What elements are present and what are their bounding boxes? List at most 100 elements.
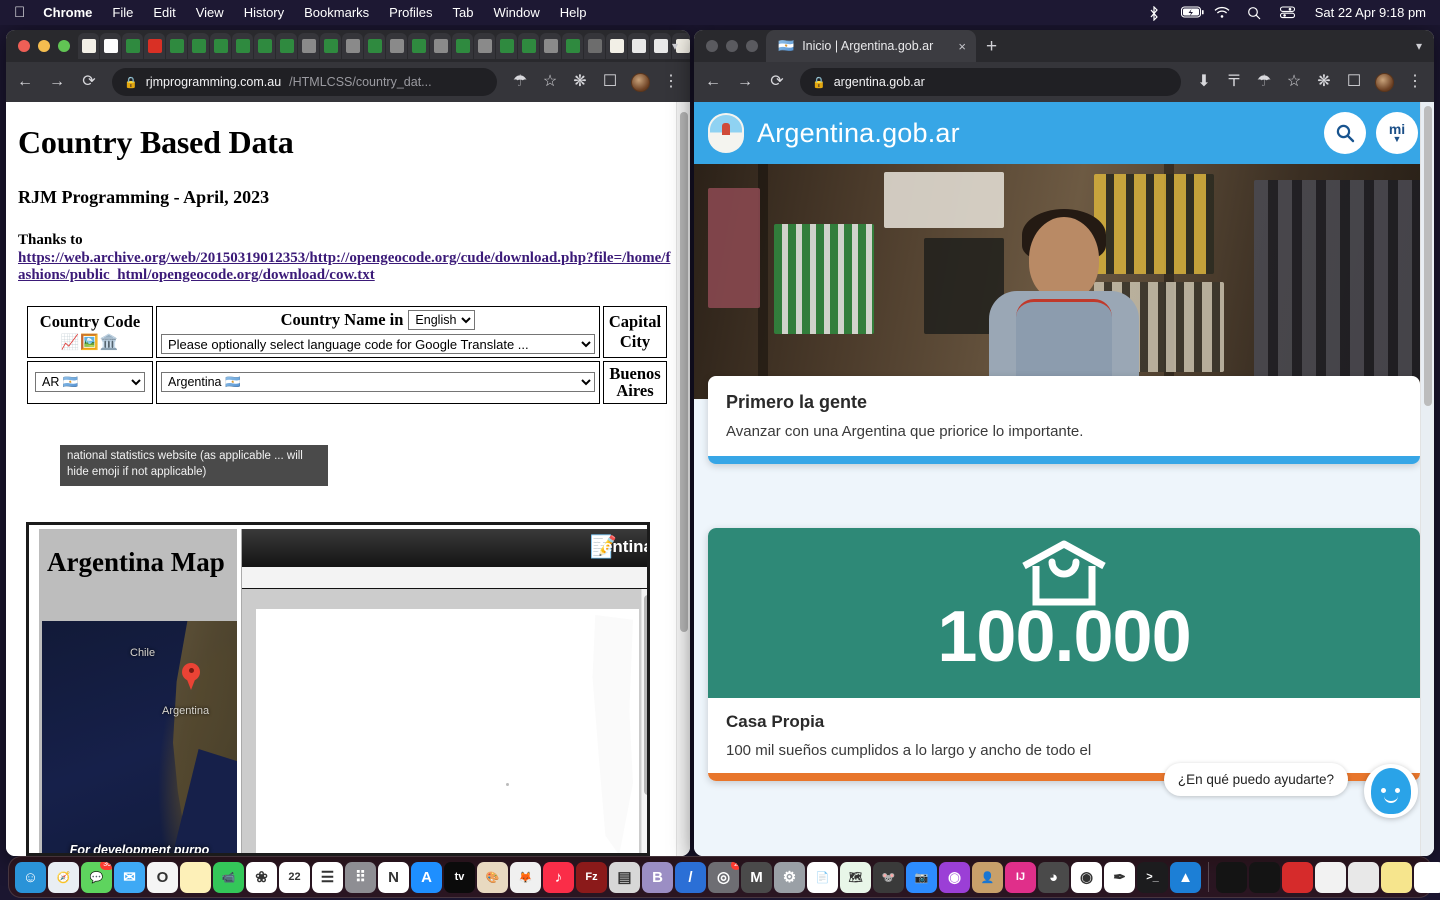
pinned-tab-4[interactable] [144,33,165,59]
dock-item-safari[interactable]: 🧭 [48,861,79,893]
dock-item-reminders[interactable]: ☰ [312,861,343,893]
site-vertical-scrollbar[interactable] [1420,102,1434,856]
dock-item-podcasts[interactable]: ◉ [939,861,970,893]
dock-item-calendar[interactable]: 22 [279,861,310,893]
country-code-emoji-row[interactable]: 📈🖼️🏛️ [32,333,148,352]
dock-item-document-window-2[interactable] [1348,861,1379,893]
chrome-window-argentina[interactable]: 🇦🇷 Inicio | Argentina.gob.ar × + ▾ ← → ⟳… [694,30,1434,856]
bookmark-star-icon[interactable]: ☆ [1285,74,1303,90]
dock-item-document-window-3[interactable] [1414,861,1440,893]
minimize-window-button[interactable] [726,40,738,52]
maximize-window-button[interactable] [746,40,758,52]
forward-icon[interactable]: → [48,74,66,90]
pinned-tab-26[interactable] [628,33,649,59]
menu-item-bookmarks[interactable]: Bookmarks [304,5,369,20]
iframe-scrollbar-thumb[interactable] [644,595,647,795]
forward-icon[interactable]: → [736,74,754,90]
classical-building-emoji[interactable]: 🏛️ [100,335,120,351]
side-panel-icon[interactable]: ☐ [601,74,619,90]
bluetooth-icon[interactable] [1148,5,1164,21]
dock-item-terminal[interactable]: >_ [1137,861,1168,893]
framed-picture-emoji[interactable]: 🖼️ [80,335,100,351]
pinned-tab-27[interactable] [650,33,671,59]
card-casa-propia[interactable]: 100.000 Casa Propia 100 mil sueños cumpl… [708,528,1420,781]
menu-item-tab[interactable]: Tab [453,5,474,20]
dock-item-messages[interactable]: 💬 30 [81,861,112,893]
pinned-tabs-group[interactable] [78,33,690,59]
apple-icon[interactable]:  [14,5,25,20]
site-scrollbar-thumb[interactable] [1424,106,1432,406]
battery-charging-icon[interactable] [1180,5,1204,20]
minimize-window-button[interactable] [38,40,50,52]
dock-item-terminal-window-1[interactable] [1216,861,1247,893]
close-icon[interactable]: × [958,39,966,54]
dock-item-app-store[interactable]: A [411,861,442,893]
dock-item-intellij[interactable]: IJ [1005,861,1036,893]
dock-item-mail[interactable]: ✉ [114,861,145,893]
chat-prompt-bubble[interactable]: ¿En qué puedo ayudarte? [1163,763,1349,796]
pinned-tab-25[interactable] [606,33,627,59]
profile-avatar[interactable] [1375,72,1394,92]
site-brand[interactable]: Argentina.gob.ar [757,118,960,149]
pinned-tab-21[interactable] [518,33,539,59]
dock-item-firefox[interactable]: 🦊 [510,861,541,893]
pinned-tab-18[interactable] [452,33,473,59]
card-primero-la-gente[interactable]: Primero la gente Avanzar con una Argenti… [708,376,1420,464]
dock-item-sequel-pro[interactable]: ◕ [1038,861,1069,893]
dock-item-safari-tech-preview[interactable]: ◎ 2 [708,861,739,893]
tab-argentina-inicio[interactable]: 🇦🇷 Inicio | Argentina.gob.ar × [766,30,976,62]
close-window-button[interactable] [18,40,30,52]
dock-item-xcode[interactable]: ▲ [1170,861,1201,893]
reload-icon[interactable]: ⟳ [768,74,786,90]
side-panel-icon[interactable]: ☐ [1345,74,1363,90]
menu-item-history[interactable]: History [244,5,284,20]
pinned-tab-23[interactable] [562,33,583,59]
right-window-traffic-lights[interactable] [700,40,766,52]
dock-item-mamp[interactable]: M [741,861,772,893]
spotlight-search-icon[interactable] [1247,6,1263,20]
dock-item-apple-tv[interactable]: tv [444,861,475,893]
pinned-tab-6[interactable] [188,33,209,59]
back-icon[interactable]: ← [704,74,722,90]
share-icon[interactable]: ☂ [511,74,529,90]
pinned-tab-16[interactable] [408,33,429,59]
dock-item-news[interactable]: N [378,861,409,893]
google-translate-language-select[interactable]: Please optionally select language code f… [161,334,595,355]
chevron-down-icon[interactable]: ▾ [1416,39,1422,53]
translate-icon[interactable]: 〒 [1225,74,1243,90]
pinned-tab-20[interactable] [496,33,517,59]
language-select[interactable]: English [408,310,476,331]
dock-item-zoom[interactable]: 📷 [906,861,937,893]
chat-assistant-avatar[interactable] [1364,764,1418,818]
menu-item-help[interactable]: Help [560,5,587,20]
address-bar-left[interactable]: 🔒 rjmprogramming.com.au/HTMLCSS/country_… [112,68,497,96]
dock-item-facetime[interactable]: 📹 [213,861,244,893]
pinned-tab-10[interactable] [276,33,297,59]
pinned-tab-12[interactable] [320,33,341,59]
pinned-tab-8[interactable] [232,33,253,59]
pinned-tab-15[interactable] [386,33,407,59]
chrome-window-rjmprogramming[interactable]: + ▾ ← → ⟳ 🔒 rjmprogramming.com.au/HTMLCS… [6,30,690,856]
dock-item-script-editor[interactable]: / [675,861,706,893]
mi-argentina-button[interactable]: mi ▼ [1376,112,1418,154]
control-center-icon[interactable] [1279,5,1296,20]
dock-item-paint[interactable]: 🎨 [477,861,508,893]
close-window-button[interactable] [706,40,718,52]
maximize-window-button[interactable] [58,40,70,52]
dock-item-filezilla[interactable]: Fz [576,861,607,893]
menu-item-file[interactable]: File [112,5,133,20]
pinned-tab-1[interactable] [78,33,99,59]
menu-item-view[interactable]: View [196,5,224,20]
reload-icon[interactable]: ⟳ [80,74,98,90]
bookmark-star-icon[interactable]: ☆ [541,74,559,90]
map-pin-icon[interactable] [182,663,200,689]
search-icon[interactable] [1324,112,1366,154]
back-icon[interactable]: ← [16,74,34,90]
address-bar-right[interactable]: 🔒 argentina.gob.ar [800,68,1181,96]
menu-item-window[interactable]: Window [494,5,540,20]
macos-dock[interactable]: ☺ 🧭 💬 30 ✉ O 📹 ❀ 22 ☰ ⠿ N Atv 🎨 🦊 ♪ Fz ▤ B / ◎ 2 M ⚙ 📄 🗺 🐭 📷 ◉ 👤 IJ ◕ ◉ ✒… [8,856,1440,898]
dock-item-document-window-1[interactable] [1315,861,1346,893]
share-icon[interactable]: ☂ [1255,74,1273,90]
pinned-tab-5[interactable] [166,33,187,59]
google-map-embed[interactable]: Chile Argentina For development purpo Go… [42,621,237,853]
